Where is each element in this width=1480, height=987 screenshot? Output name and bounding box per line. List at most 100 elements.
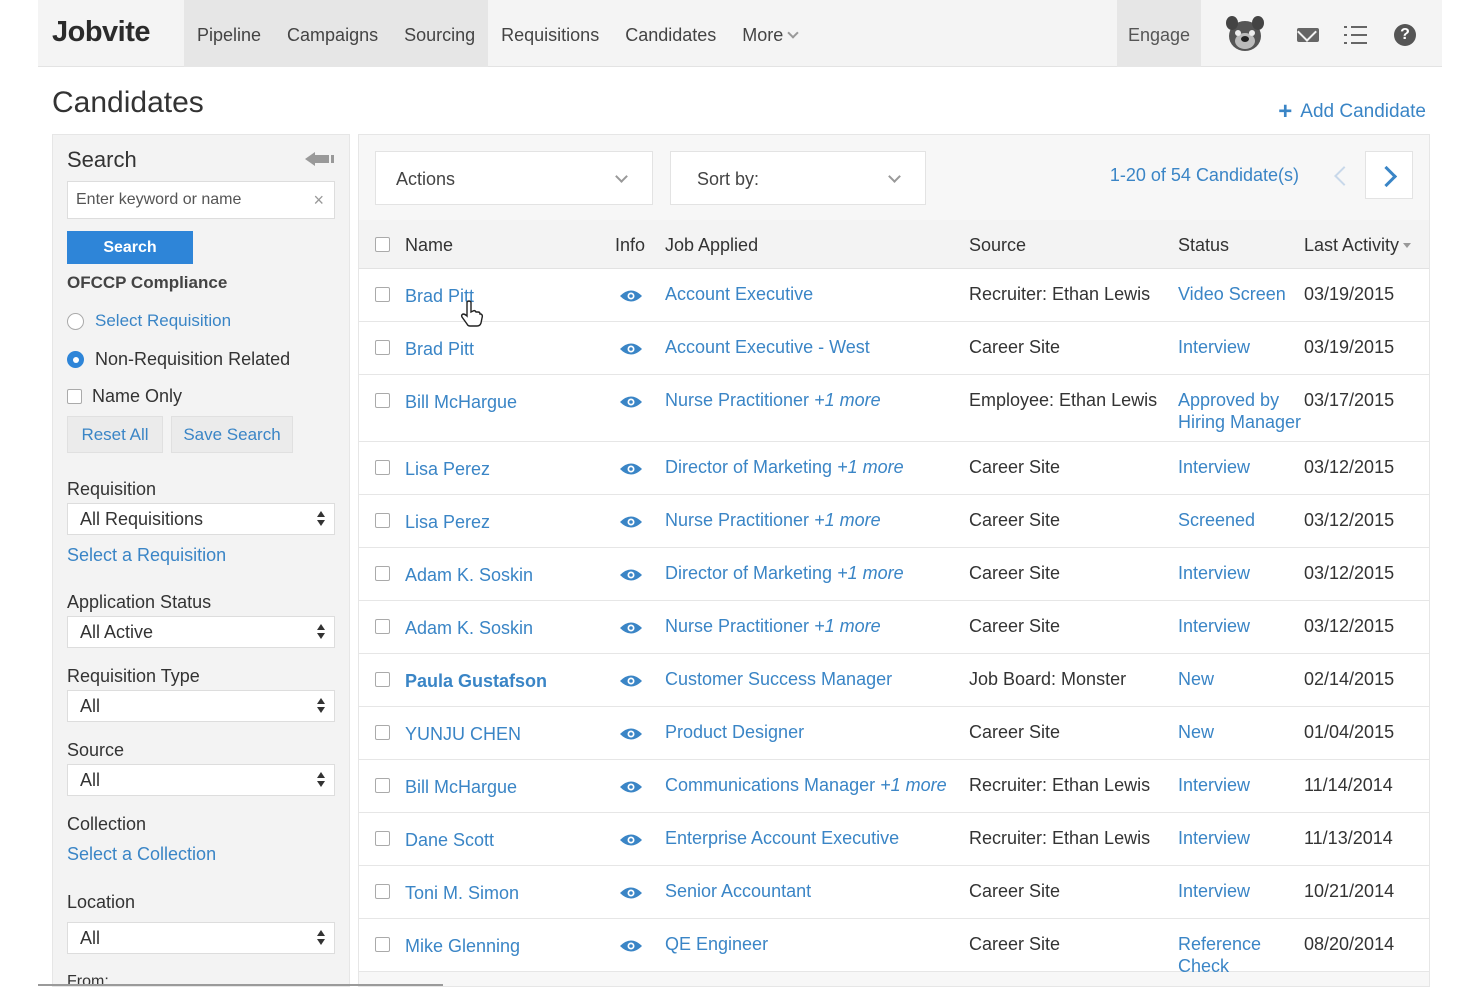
eye-icon[interactable] bbox=[619, 462, 643, 476]
candidate-name-link[interactable]: Brad Pitt bbox=[405, 339, 474, 360]
job-applied-link[interactable]: Senior Accountant bbox=[665, 881, 811, 902]
select-a-requisition-link[interactable]: Select a Requisition bbox=[67, 545, 226, 566]
previous-page-button[interactable] bbox=[1317, 151, 1365, 199]
table-row[interactable]: Dane Scott Enterprise Account Executive Re… bbox=[359, 813, 1429, 866]
select-a-collection-link[interactable]: Select a Collection bbox=[67, 844, 216, 865]
header-name[interactable]: Name bbox=[405, 235, 453, 256]
eye-icon[interactable] bbox=[619, 886, 643, 900]
row-checkbox[interactable] bbox=[375, 393, 390, 408]
row-checkbox[interactable] bbox=[375, 725, 390, 740]
job-applied-link[interactable]: Enterprise Account Executive bbox=[665, 828, 899, 849]
table-row[interactable]: Bill McHargue Nurse Practitioner +1 more E… bbox=[359, 375, 1429, 442]
eye-icon[interactable] bbox=[619, 727, 643, 741]
table-row[interactable]: Adam K. Soskin Nurse Practitioner +1 more… bbox=[359, 601, 1429, 654]
row-checkbox[interactable] bbox=[375, 460, 390, 475]
status-link[interactable]: Screened bbox=[1178, 509, 1304, 531]
status-link[interactable]: Video Screen bbox=[1178, 283, 1304, 305]
search-button[interactable]: Search bbox=[67, 231, 193, 264]
table-row[interactable]: Mike Glenning QE Engineer Career Site Refer… bbox=[359, 919, 1429, 976]
jobvite-logo[interactable]: Jobvite bbox=[52, 16, 151, 49]
job-applied-link[interactable]: QE Engineer bbox=[665, 934, 768, 955]
candidate-name-link[interactable]: Paula Gustafson bbox=[405, 671, 547, 692]
nav-sourcing[interactable]: Sourcing bbox=[391, 0, 489, 67]
job-applied-link[interactable]: Nurse Practitioner +1 more bbox=[665, 390, 881, 411]
mail-icon[interactable] bbox=[1297, 28, 1319, 42]
more-jobs-label[interactable]: +1 more bbox=[837, 457, 904, 477]
more-jobs-label[interactable]: +1 more bbox=[814, 390, 881, 410]
select-all-checkbox[interactable] bbox=[375, 237, 390, 252]
non-requisition-radio[interactable]: Non-Requisition Related bbox=[67, 349, 290, 370]
row-checkbox[interactable] bbox=[375, 287, 390, 302]
status-link[interactable]: Interview bbox=[1178, 562, 1304, 584]
status-link[interactable]: New bbox=[1178, 721, 1304, 743]
job-applied-link[interactable]: Nurse Practitioner +1 more bbox=[665, 616, 881, 637]
select-requisition-radio[interactable]: Select Requisition bbox=[67, 311, 231, 331]
nav-candidates[interactable]: Candidates bbox=[612, 0, 729, 67]
collapse-sidebar-icon[interactable] bbox=[305, 151, 335, 167]
nav-pipeline[interactable]: Pipeline bbox=[184, 0, 275, 67]
row-checkbox[interactable] bbox=[375, 884, 390, 899]
row-checkbox[interactable] bbox=[375, 778, 390, 793]
task-list-icon[interactable] bbox=[1344, 24, 1368, 46]
header-last-activity[interactable]: Last Activity bbox=[1304, 235, 1412, 256]
row-checkbox[interactable] bbox=[375, 619, 390, 634]
eye-icon[interactable] bbox=[619, 342, 643, 356]
more-jobs-label[interactable]: +1 more bbox=[814, 616, 881, 636]
sort-by-dropdown[interactable]: Sort by: bbox=[670, 151, 926, 205]
actions-dropdown[interactable]: Actions bbox=[375, 151, 653, 205]
status-link[interactable]: Interview bbox=[1178, 615, 1304, 637]
table-row[interactable]: Brad Pitt Account Executive - West Career … bbox=[359, 322, 1429, 375]
row-checkbox[interactable] bbox=[375, 340, 390, 355]
table-row[interactable]: Paula Gustafson Customer Success Manager J… bbox=[359, 654, 1429, 707]
candidate-name-link[interactable]: Lisa Perez bbox=[405, 459, 490, 480]
job-applied-link[interactable]: Product Designer bbox=[665, 722, 804, 743]
status-link[interactable]: New bbox=[1178, 668, 1304, 690]
status-link[interactable]: Interview bbox=[1178, 880, 1304, 902]
candidate-name-link[interactable]: Bill McHargue bbox=[405, 777, 517, 798]
application-status-select[interactable]: All Active bbox=[67, 616, 335, 648]
job-applied-link[interactable]: Account Executive - West bbox=[665, 337, 870, 358]
candidate-name-link[interactable]: Adam K. Soskin bbox=[405, 618, 533, 639]
candidate-name-link[interactable]: YUNJU CHEN bbox=[405, 724, 521, 745]
header-source[interactable]: Source bbox=[969, 235, 1026, 256]
requisition-select[interactable]: All Requisitions bbox=[67, 503, 335, 535]
add-candidate-button[interactable]: + Add Candidate bbox=[1278, 96, 1426, 125]
more-jobs-label[interactable]: +1 more bbox=[814, 510, 881, 530]
candidate-name-link[interactable]: Toni M. Simon bbox=[405, 883, 519, 904]
candidate-name-link[interactable]: Dane Scott bbox=[405, 830, 494, 851]
eye-icon[interactable] bbox=[619, 833, 643, 847]
job-applied-link[interactable]: Director of Marketing +1 more bbox=[665, 457, 904, 478]
job-applied-link[interactable]: Director of Marketing +1 more bbox=[665, 563, 904, 584]
status-link[interactable]: Approved by Hiring Manager bbox=[1178, 389, 1304, 433]
candidate-name-link[interactable]: Mike Glenning bbox=[405, 936, 520, 957]
table-row[interactable]: Bill McHargue Communications Manager +1 m… bbox=[359, 760, 1429, 813]
job-applied-link[interactable]: Account Executive bbox=[665, 284, 813, 305]
location-select[interactable]: All bbox=[67, 922, 335, 954]
status-link[interactable]: Interview bbox=[1178, 774, 1304, 796]
eye-icon[interactable] bbox=[619, 289, 643, 303]
row-checkbox[interactable] bbox=[375, 566, 390, 581]
job-applied-link[interactable]: Communications Manager +1 more bbox=[665, 775, 947, 796]
table-row[interactable]: Brad Pitt Account Executive Recruiter: Eth… bbox=[359, 269, 1429, 322]
status-link[interactable]: Interview bbox=[1178, 336, 1304, 358]
table-row[interactable]: Adam K. Soskin Director of Marketing +1 m… bbox=[359, 548, 1429, 601]
next-page-button[interactable] bbox=[1365, 151, 1413, 199]
reset-all-button[interactable]: Reset All bbox=[67, 416, 163, 453]
row-checkbox[interactable] bbox=[375, 831, 390, 846]
name-only-checkbox[interactable]: Name Only bbox=[67, 386, 182, 407]
nav-campaigns[interactable]: Campaigns bbox=[274, 0, 392, 67]
eye-icon[interactable] bbox=[619, 780, 643, 794]
search-input[interactable] bbox=[68, 182, 298, 218]
header-status[interactable]: Status bbox=[1178, 235, 1229, 256]
clear-icon[interactable]: × bbox=[313, 190, 324, 211]
row-checkbox[interactable] bbox=[375, 937, 390, 952]
candidate-name-link[interactable]: Adam K. Soskin bbox=[405, 565, 533, 586]
row-checkbox[interactable] bbox=[375, 513, 390, 528]
nav-more[interactable]: More bbox=[729, 0, 810, 67]
eye-icon[interactable] bbox=[619, 674, 643, 688]
user-avatar-icon[interactable] bbox=[1224, 14, 1266, 54]
job-applied-link[interactable]: Customer Success Manager bbox=[665, 669, 892, 690]
job-applied-link[interactable]: Nurse Practitioner +1 more bbox=[665, 510, 881, 531]
more-jobs-label[interactable]: +1 more bbox=[837, 563, 904, 583]
table-row[interactable]: YUNJU CHEN Product Designer Career Site New… bbox=[359, 707, 1429, 760]
